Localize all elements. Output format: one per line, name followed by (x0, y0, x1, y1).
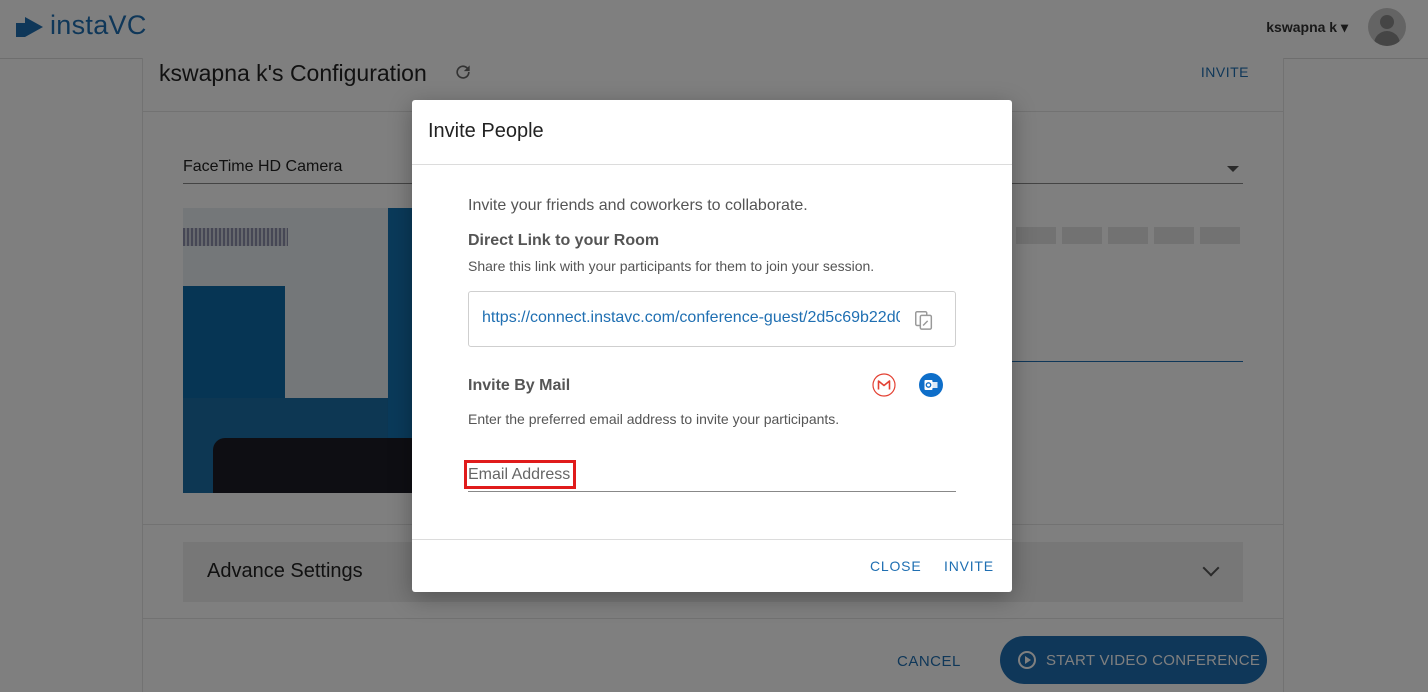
invite-by-mail-description: Enter the preferred email address to inv… (468, 411, 840, 427)
invite-people-dialog: Invite People Invite your friends and co… (412, 100, 1012, 592)
dialog-title: Invite People (428, 120, 544, 142)
email-address-input[interactable] (468, 462, 948, 488)
close-button[interactable]: CLOSE (870, 558, 921, 574)
outlook-icon[interactable] (919, 373, 943, 397)
divider (412, 539, 1012, 540)
direct-link-heading: Direct Link to your Room (468, 232, 660, 249)
invite-button[interactable]: INVITE (944, 558, 994, 574)
room-link[interactable]: https://connect.instavc.com/conference-g… (482, 309, 900, 327)
intro-text: Invite your friends and coworkers to col… (468, 197, 808, 214)
divider (412, 164, 1012, 165)
direct-link-description: Share this link with your participants f… (468, 258, 875, 274)
email-field-container (468, 460, 956, 492)
copy-icon[interactable] (913, 309, 935, 331)
gmail-icon[interactable] (872, 373, 896, 397)
room-link-box: https://connect.instavc.com/conference-g… (468, 291, 956, 347)
invite-by-mail-heading: Invite By Mail (468, 377, 571, 394)
